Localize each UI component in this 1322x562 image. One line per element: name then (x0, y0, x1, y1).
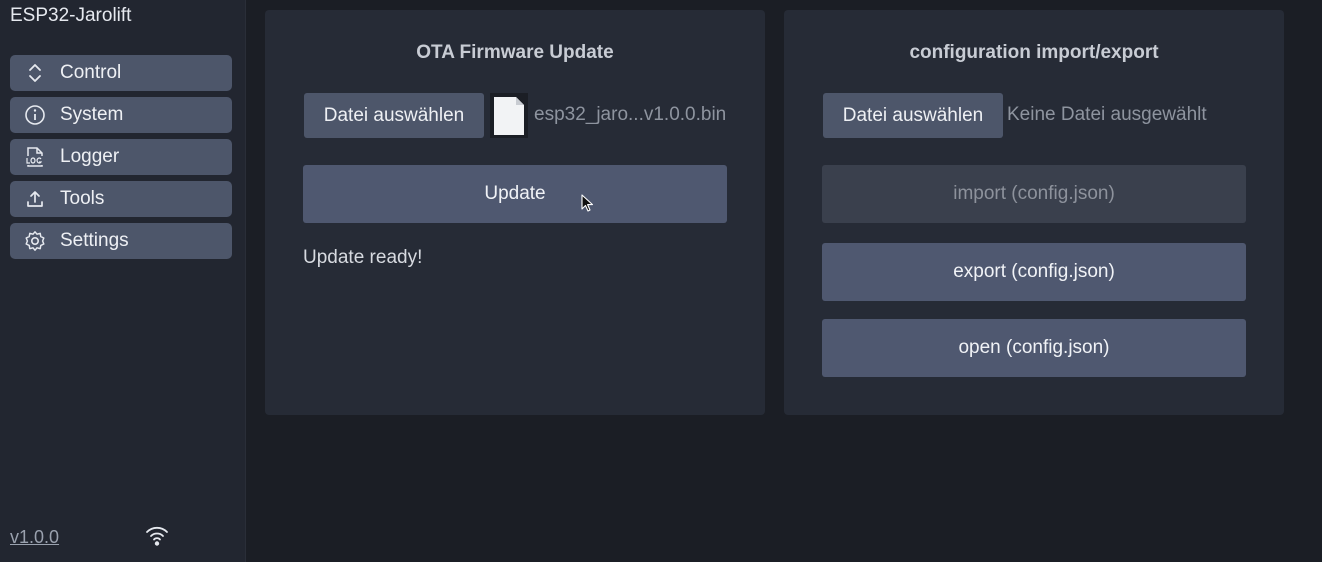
ota-panel-title: OTA Firmware Update (416, 42, 614, 63)
sidebar-item-label: Settings (60, 230, 129, 251)
sidebar-item-control[interactable]: Control (10, 55, 232, 91)
sidebar-item-label: Control (60, 62, 122, 83)
app-title: ESP32-Jarolift (10, 5, 132, 26)
sidebar-nav: Control System Logger Tools Settings (10, 55, 232, 265)
sidebar-item-tools[interactable]: Tools (10, 181, 232, 217)
sidebar-item-system[interactable]: System (10, 97, 232, 133)
config-panel-title: configuration import/export (909, 42, 1159, 63)
info-icon (24, 104, 46, 126)
config-choose-file-button[interactable]: Datei auswählen (823, 93, 1003, 138)
sidebar-item-logger[interactable]: Logger (10, 139, 232, 175)
gear-icon (24, 230, 46, 252)
config-file-name: Keine Datei ausgewählt (1007, 104, 1207, 125)
import-config-button[interactable]: import (config.json) (822, 165, 1246, 223)
sidebar-item-label: Tools (60, 188, 105, 209)
chevron-up-down-icon (24, 62, 46, 84)
sidebar-item-label: System (60, 104, 124, 125)
ota-file-name: esp32_jaro...v1.0.0.bin (534, 104, 727, 125)
wifi-icon (144, 524, 170, 550)
sidebar-item-settings[interactable]: Settings (10, 223, 232, 259)
sidebar: ESP32-Jarolift Control System Logger Too… (0, 0, 246, 562)
ota-choose-file-button[interactable]: Datei auswählen (304, 93, 484, 138)
ota-status-text: Update ready! (303, 247, 423, 268)
log-file-icon (24, 146, 46, 168)
version-link[interactable]: v1.0.0 (10, 527, 59, 548)
open-config-button[interactable]: open (config.json) (822, 319, 1246, 377)
upload-icon (24, 188, 46, 210)
file-icon (490, 93, 528, 138)
export-config-button[interactable]: export (config.json) (822, 243, 1246, 301)
mouse-pointer-icon (581, 194, 595, 214)
sidebar-item-label: Logger (60, 146, 120, 167)
update-button[interactable]: Update (303, 165, 727, 223)
